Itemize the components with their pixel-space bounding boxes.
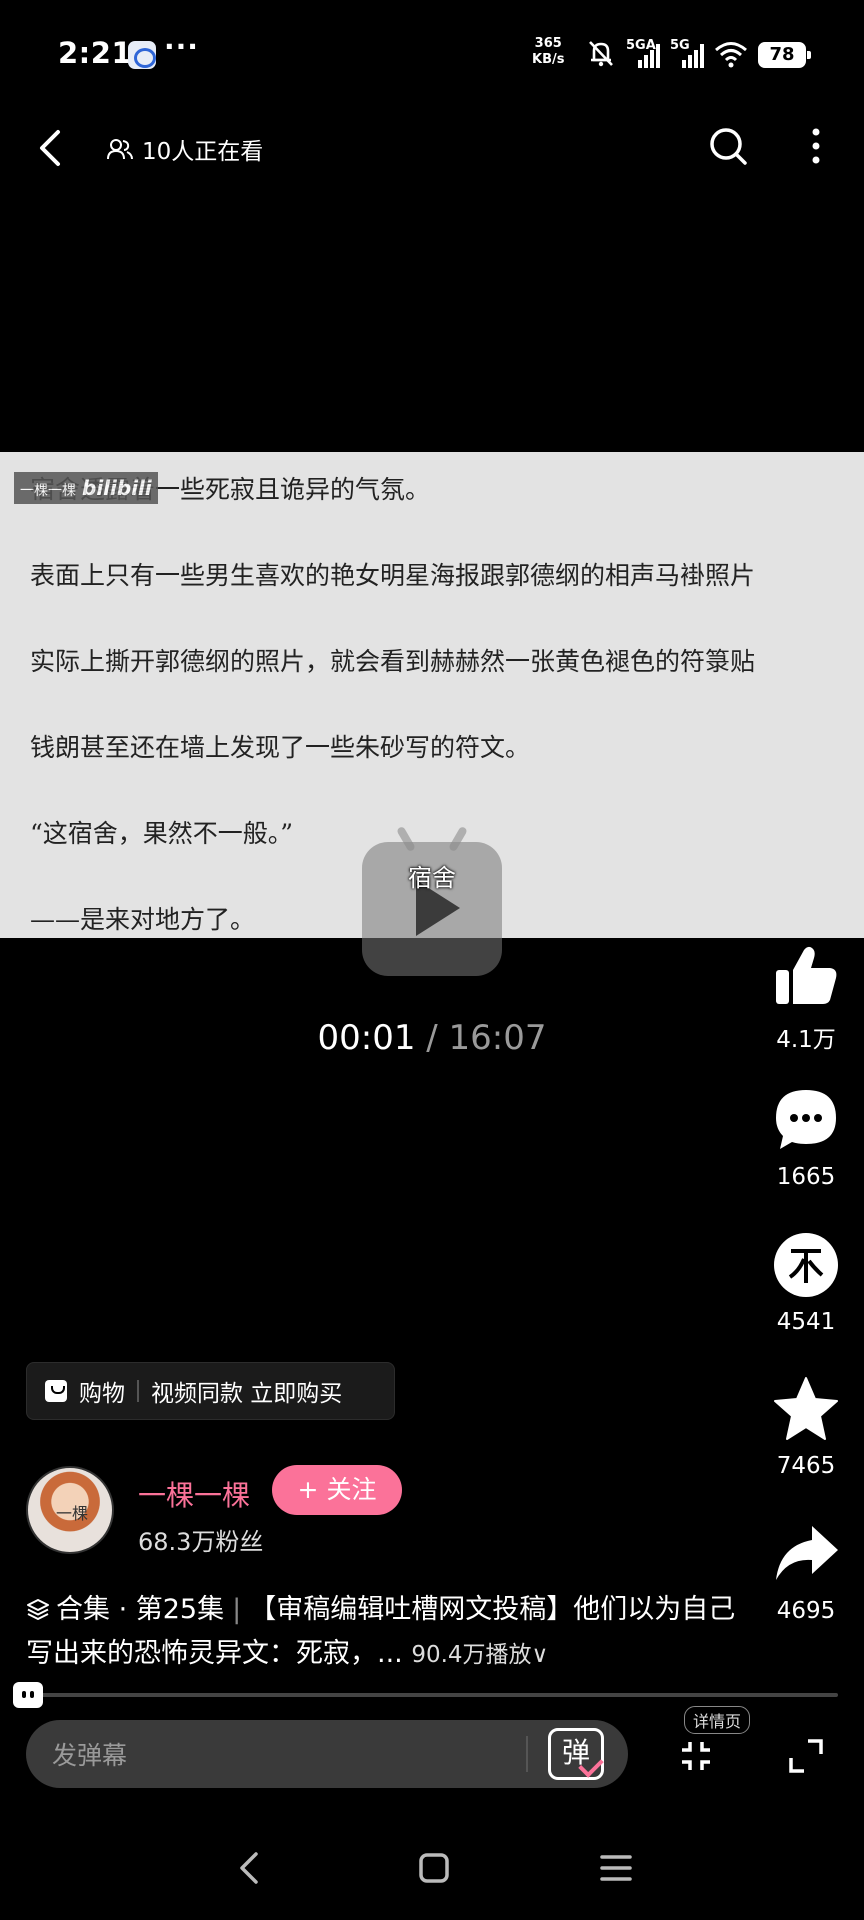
avatar-text: 一棵	[55, 1504, 88, 1523]
share-button[interactable]: 4695	[766, 1520, 846, 1624]
follow-button[interactable]: + 关注	[272, 1465, 402, 1515]
danmaku-divider	[526, 1736, 528, 1772]
system-home-icon[interactable]	[414, 1848, 454, 1888]
like-count: 4.1万	[776, 1027, 836, 1053]
app-notification-icon	[128, 41, 156, 69]
total-duration: 16:07	[448, 1018, 547, 1058]
uploader-avatar[interactable]: 一棵	[26, 1466, 114, 1554]
exit-fullscreen-icon[interactable]	[676, 1736, 716, 1776]
coin-icon	[774, 1233, 838, 1297]
collection-episode[interactable]: 合集 · 第25集	[56, 1594, 224, 1625]
favorite-count: 7465	[776, 1453, 836, 1479]
coin-count: 4541	[776, 1309, 836, 1335]
mute-icon	[589, 41, 613, 67]
back-arrow-icon[interactable]	[30, 126, 70, 170]
share-icon	[776, 1526, 838, 1580]
video-text-line-2: 表面上只有一些男生喜欢的艳女明星海报跟郭德纲的相声马褂照片	[30, 561, 756, 590]
shop-promo: 视频同款 立即购买	[151, 1381, 343, 1407]
coin-button[interactable]: 4541	[766, 1231, 846, 1335]
detail-page-label[interactable]: 详情页	[684, 1706, 751, 1734]
uploader-name[interactable]: 一棵一棵	[138, 1474, 250, 1514]
comment-count: 1665	[776, 1164, 836, 1190]
system-recents-icon[interactable]	[596, 1848, 636, 1888]
sim1-signal-icon: 5GA	[626, 38, 660, 68]
fullscreen-icon[interactable]	[786, 1736, 826, 1776]
progress-bar[interactable]	[26, 1693, 838, 1697]
favorite-button[interactable]: 7465	[766, 1375, 846, 1479]
share-count: 4695	[776, 1598, 836, 1624]
video-text-line-4: 钱朗甚至还在墙上发现了一些朱砂写的符文。	[30, 733, 531, 762]
watchers-label: 10人正在看	[142, 139, 264, 165]
video-text-line-5: “这宿舍，果然不一般。”	[30, 819, 294, 848]
more-options-icon[interactable]	[800, 124, 832, 168]
network-speed-unit: KB/s	[532, 52, 565, 67]
shop-label: 购物	[79, 1381, 125, 1407]
comment-button[interactable]: 1665	[766, 1086, 846, 1190]
wifi-icon	[715, 42, 747, 68]
time-separator: /	[415, 1018, 449, 1058]
collection-layers-icon	[27, 1599, 49, 1620]
bilibili-logo: bilibili	[82, 476, 152, 500]
status-time: 2:21	[58, 36, 133, 70]
like-button[interactable]: 4.1万	[766, 942, 846, 1054]
danmaku-input[interactable]: 发弹幕	[26, 1720, 628, 1788]
network-speed-value: 365	[534, 36, 562, 51]
fan-count: 68.3万粉丝	[138, 1528, 264, 1556]
more-notifications-icon: ···	[164, 30, 199, 63]
thumbs-up-icon	[776, 946, 837, 1004]
system-back-icon[interactable]	[230, 1848, 270, 1888]
current-time: 00:01	[317, 1018, 416, 1058]
live-watchers: 10人正在看	[106, 132, 263, 166]
star-icon	[774, 1377, 838, 1440]
video-description[interactable]: 合集 · 第25集 | 【审稿编辑吐槽网文投稿】他们以为自己写出来的恐怖灵异文：死寂…	[26, 1588, 746, 1677]
video-watermark: 一棵一棵 bilibili	[14, 472, 158, 504]
comment-icon	[776, 1090, 836, 1149]
sim2-signal-icon: 5G	[670, 38, 704, 68]
danmaku-placeholder: 发弹幕	[52, 1741, 128, 1770]
description-separator: |	[232, 1594, 242, 1625]
shop-banner[interactable]: 购物 视频同款 立即购买	[26, 1362, 395, 1420]
progress-thumb[interactable]	[12, 1682, 43, 1708]
shop-divider	[137, 1380, 139, 1402]
playback-time: 00:01 / 16:07	[0, 1018, 864, 1058]
video-text-line-6: ——是来对地方了。	[30, 905, 256, 934]
shopping-bag-icon	[45, 1380, 67, 1402]
network-speed: 365 KB/s	[532, 36, 564, 68]
battery-icon: 78	[758, 42, 811, 68]
video-subtitle: 宿舍	[408, 864, 456, 892]
search-icon[interactable]	[706, 124, 750, 168]
people-icon	[107, 139, 133, 160]
play-count[interactable]: 90.4万播放∨	[411, 1642, 548, 1668]
video-text-line-3: 实际上撕开郭德纲的照片，就会看到赫赫然一张黄色褪色的符箓贴	[30, 647, 756, 676]
watermark-name: 一棵一棵	[20, 483, 76, 499]
status-icons: 5GA 5G 78	[586, 38, 811, 68]
